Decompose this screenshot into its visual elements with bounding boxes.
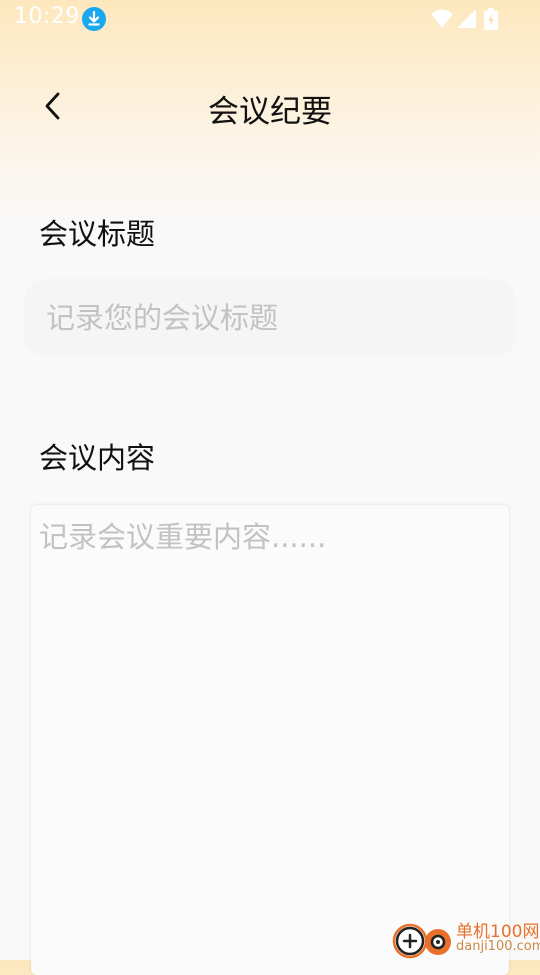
meeting-content-input[interactable] <box>31 505 509 975</box>
meeting-title-field <box>24 279 516 357</box>
battery-charging-icon <box>484 8 498 30</box>
meeting-content-label: 会议内容 <box>39 441 156 475</box>
status-time: 10:29 <box>14 4 80 29</box>
status-bar: 10:29 <box>0 0 540 38</box>
meeting-title-label: 会议标题 <box>39 217 156 251</box>
wifi-icon <box>431 9 453 28</box>
meeting-content-field <box>31 505 509 975</box>
page-title: 会议纪要 <box>208 94 332 130</box>
signal-icon <box>457 9 476 28</box>
watermark-domain: danji100.com <box>456 939 540 954</box>
status-icons <box>430 8 502 30</box>
watermark: 单机100网 danji100.com <box>390 914 540 960</box>
download-notification-icon <box>82 7 106 31</box>
watermark-logo-icon <box>392 923 451 959</box>
top-bar: 会议纪要 <box>0 66 540 146</box>
meeting-title-input[interactable] <box>24 279 516 357</box>
